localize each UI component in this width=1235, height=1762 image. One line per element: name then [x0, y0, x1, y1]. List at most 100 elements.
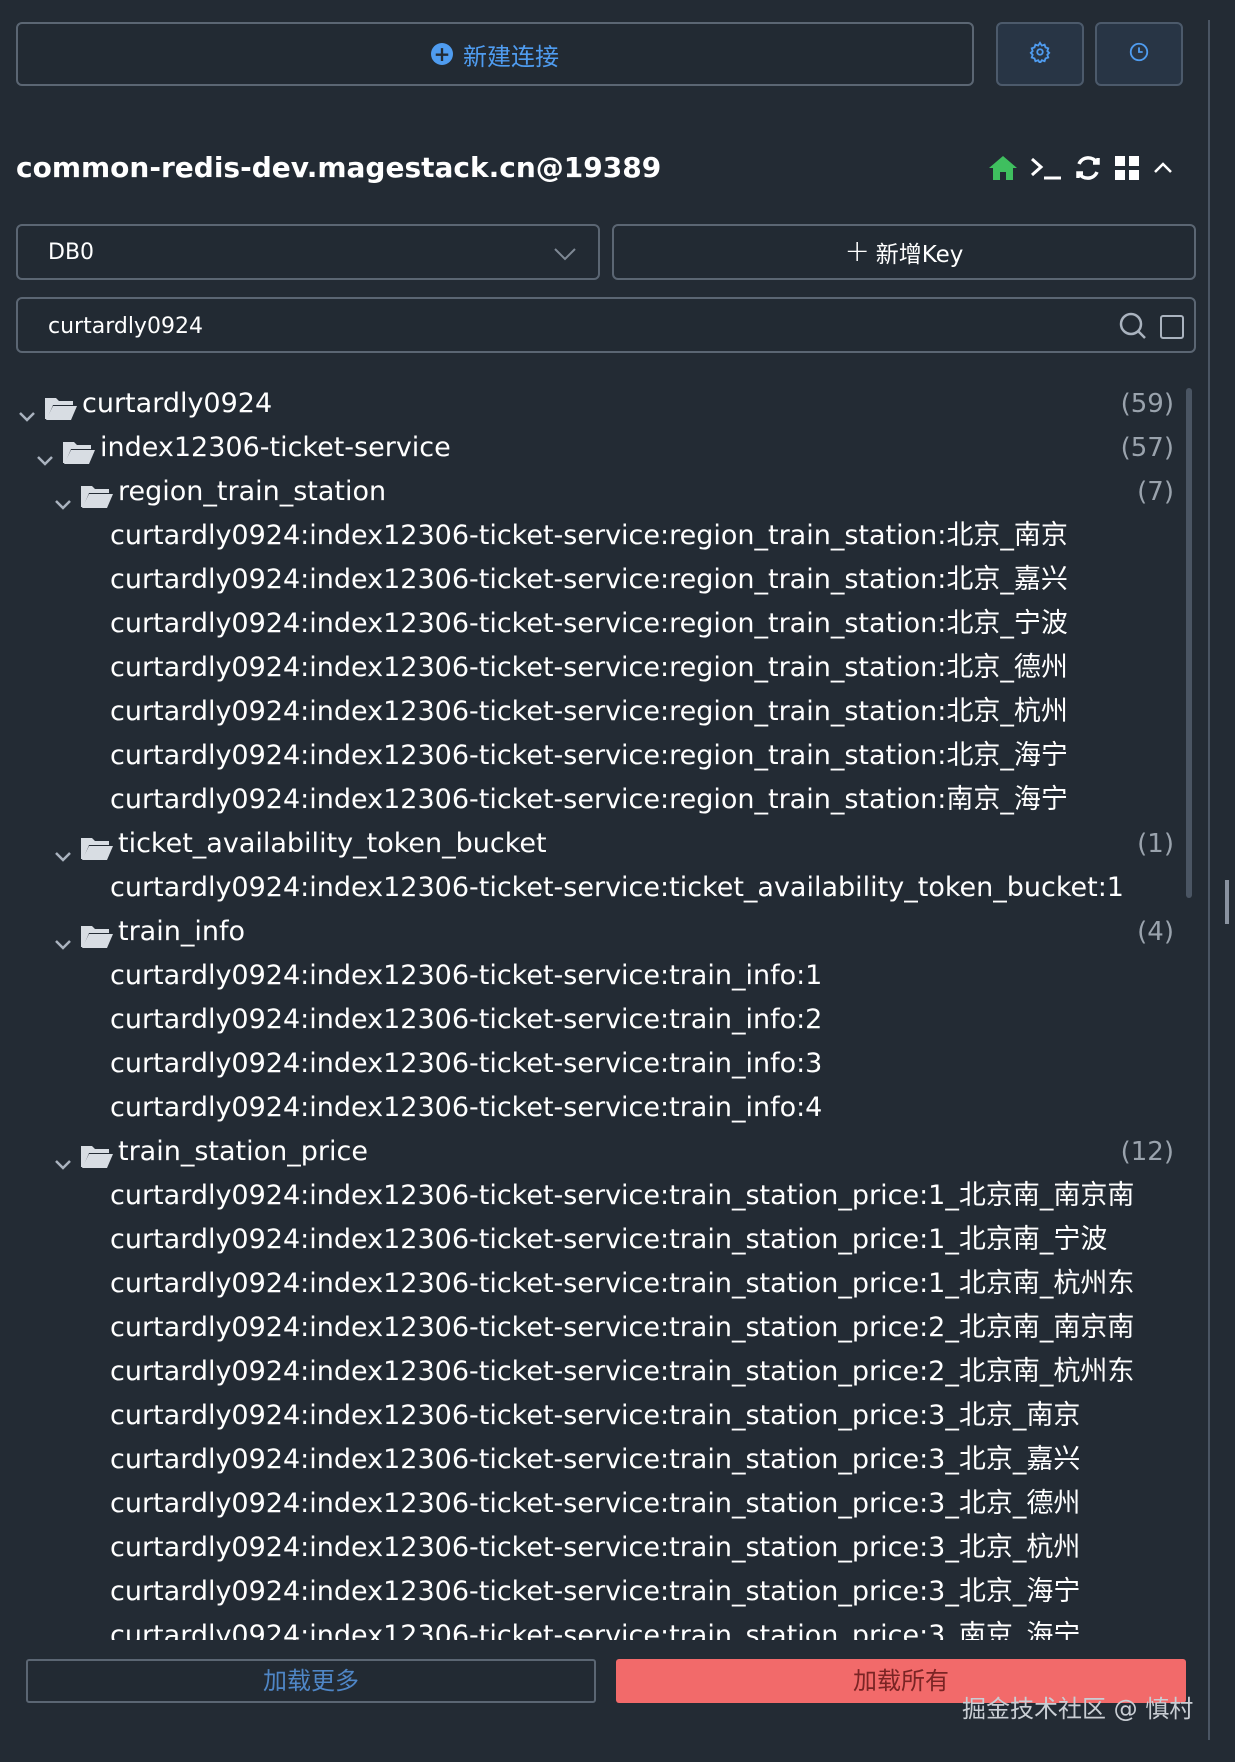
key-label: curtardly0924:index12306-ticket-service:… [110, 872, 1124, 903]
key-count: (1) [1137, 829, 1174, 859]
new-connection-button[interactable]: + 新建连接 [16, 22, 974, 86]
tree-folder-root[interactable]: curtardly0924 (59) [0, 382, 1180, 426]
key-tree: curtardly0924 (59) index12306-ticket-servi… [0, 382, 1180, 1640]
chevron-down-icon[interactable] [36, 440, 54, 466]
key-item[interactable]: curtardly0924:index12306-ticket-service:… [0, 1306, 1180, 1350]
key-count: (4) [1137, 917, 1174, 947]
key-item[interactable]: curtardly0924:index12306-ticket-service:… [0, 778, 1180, 822]
new-key-label: 新增Key [875, 242, 964, 268]
key-item[interactable]: curtardly0924:index12306-ticket-service:… [0, 866, 1180, 910]
key-label: curtardly0924:index12306-ticket-service:… [110, 564, 1068, 595]
key-label: curtardly0924:index12306-ticket-service:… [110, 1048, 823, 1079]
key-label: curtardly0924:index12306-ticket-service:… [110, 1092, 823, 1123]
search-box [16, 297, 1196, 353]
key-label: curtardly0924:index12306-ticket-service:… [110, 520, 1068, 551]
history-button[interactable] [1095, 22, 1183, 86]
key-count: (57) [1120, 433, 1174, 463]
key-label: curtardly0924:index12306-ticket-service:… [110, 740, 1068, 771]
gear-icon [1029, 41, 1051, 67]
key-label: curtardly0924:index12306-ticket-service:… [110, 696, 1068, 727]
key-item[interactable]: curtardly0924:index12306-ticket-service:… [0, 602, 1180, 646]
folder-label: train_info [118, 916, 245, 947]
key-item[interactable]: curtardly0924:index12306-ticket-service:… [0, 734, 1180, 778]
key-item[interactable]: curtardly0924:index12306-ticket-service:… [0, 1394, 1180, 1438]
resize-handle[interactable] [1225, 880, 1229, 924]
clock-icon [1128, 41, 1150, 67]
grid-icon[interactable] [1114, 155, 1140, 181]
key-item[interactable]: curtardly0924:index12306-ticket-service:… [0, 646, 1180, 690]
key-item[interactable]: curtardly0924:index12306-ticket-service:… [0, 1570, 1180, 1614]
db-select[interactable]: DB0 [16, 224, 600, 280]
key-label: curtardly0924:index12306-ticket-service:… [110, 1180, 1135, 1211]
key-item[interactable]: curtardly0924:index12306-ticket-service:… [0, 1526, 1180, 1570]
key-item[interactable]: curtardly0924:index12306-ticket-service:… [0, 1218, 1180, 1262]
refresh-icon[interactable] [1074, 154, 1102, 182]
chevron-down-icon[interactable] [54, 1144, 72, 1170]
search-input[interactable] [46, 307, 1100, 345]
tree-folder-group[interactable]: train_info (4) [0, 910, 1180, 954]
chevron-down-icon[interactable] [54, 924, 72, 950]
key-label: curtardly0924:index12306-ticket-service:… [110, 784, 1068, 815]
chevron-down-icon [554, 242, 576, 267]
load-more-button[interactable]: 加载更多 [26, 1659, 596, 1703]
key-label: curtardly0924:index12306-ticket-service:… [110, 1444, 1081, 1475]
settings-button[interactable] [996, 22, 1084, 86]
tree-folder-group[interactable]: ticket_availability_token_bucket (1) [0, 822, 1180, 866]
folder-open-icon [80, 919, 114, 948]
tree-scrollbar[interactable] [1186, 388, 1192, 898]
folder-open-icon [44, 391, 78, 420]
key-item[interactable]: curtardly0924:index12306-ticket-service:… [0, 998, 1180, 1042]
folder-label: index12306-ticket-service [100, 432, 451, 463]
plus-circle-icon: + [431, 43, 453, 65]
folder-label: region_train_station [118, 476, 387, 507]
exact-match-checkbox[interactable] [1160, 315, 1184, 339]
connection-name: common-redis-dev.magestack.cn@19389 [16, 151, 662, 184]
terminal-icon[interactable] [1030, 155, 1062, 181]
key-item[interactable]: curtardly0924:index12306-ticket-service:… [0, 954, 1180, 998]
key-label: curtardly0924:index12306-ticket-service:… [110, 1224, 1108, 1255]
tree-folder-group[interactable]: train_station_price (12) [0, 1130, 1180, 1174]
key-label: curtardly0924:index12306-ticket-service:… [110, 1488, 1081, 1519]
key-label: curtardly0924:index12306-ticket-service:… [110, 1400, 1081, 1431]
chevron-down-icon[interactable] [54, 484, 72, 510]
search-icon[interactable] [1118, 311, 1148, 345]
home-icon[interactable] [988, 155, 1018, 181]
chevron-down-icon[interactable] [54, 836, 72, 862]
key-count: (7) [1137, 477, 1174, 507]
plus-icon: + [844, 234, 870, 269]
folder-open-icon [62, 435, 96, 464]
folder-open-icon [80, 1139, 114, 1168]
key-label: curtardly0924:index12306-ticket-service:… [110, 960, 823, 991]
tree-folder-group[interactable]: region_train_station (7) [0, 470, 1180, 514]
key-item[interactable]: curtardly0924:index12306-ticket-service:… [0, 1042, 1180, 1086]
key-item[interactable]: curtardly0924:index12306-ticket-service:… [0, 1614, 1180, 1640]
key-count: (59) [1120, 389, 1174, 419]
tree-folder-service[interactable]: index12306-ticket-service (57) [0, 426, 1180, 470]
key-label: curtardly0924:index12306-ticket-service:… [110, 652, 1068, 683]
key-label: curtardly0924:index12306-ticket-service:… [110, 608, 1068, 639]
connection-actions [988, 148, 1174, 188]
key-item[interactable]: curtardly0924:index12306-ticket-service:… [0, 1438, 1180, 1482]
key-label: curtardly0924:index12306-ticket-service:… [110, 1312, 1135, 1343]
new-connection-label: 新建连接 [463, 42, 559, 71]
key-item[interactable]: curtardly0924:index12306-ticket-service:… [0, 1174, 1180, 1218]
key-label: curtardly0924:index12306-ticket-service:… [110, 1356, 1135, 1387]
key-label: curtardly0924:index12306-ticket-service:… [110, 1620, 1081, 1640]
db-select-value: DB0 [48, 239, 95, 265]
new-key-button[interactable]: + 新增Key [612, 224, 1196, 280]
folder-label: curtardly0924 [82, 388, 273, 419]
chevron-down-icon[interactable] [18, 396, 36, 422]
chevron-up-icon[interactable] [1152, 157, 1174, 179]
key-item[interactable]: curtardly0924:index12306-ticket-service:… [0, 1350, 1180, 1394]
key-item[interactable]: curtardly0924:index12306-ticket-service:… [0, 1482, 1180, 1526]
key-item[interactable]: curtardly0924:index12306-ticket-service:… [0, 1086, 1180, 1130]
redis-client-sidebar: + 新建连接 common-redis-dev.magestack.cn@193… [0, 0, 1235, 1762]
key-label: curtardly0924:index12306-ticket-service:… [110, 1004, 823, 1035]
folder-label: ticket_availability_token_bucket [118, 828, 547, 859]
key-item[interactable]: curtardly0924:index12306-ticket-service:… [0, 514, 1180, 558]
key-label: curtardly0924:index12306-ticket-service:… [110, 1532, 1081, 1563]
watermark-text: 掘金技术社区 @ 慎村 [962, 1695, 1194, 1723]
key-item[interactable]: curtardly0924:index12306-ticket-service:… [0, 690, 1180, 734]
key-item[interactable]: curtardly0924:index12306-ticket-service:… [0, 1262, 1180, 1306]
key-item[interactable]: curtardly0924:index12306-ticket-service:… [0, 558, 1180, 602]
